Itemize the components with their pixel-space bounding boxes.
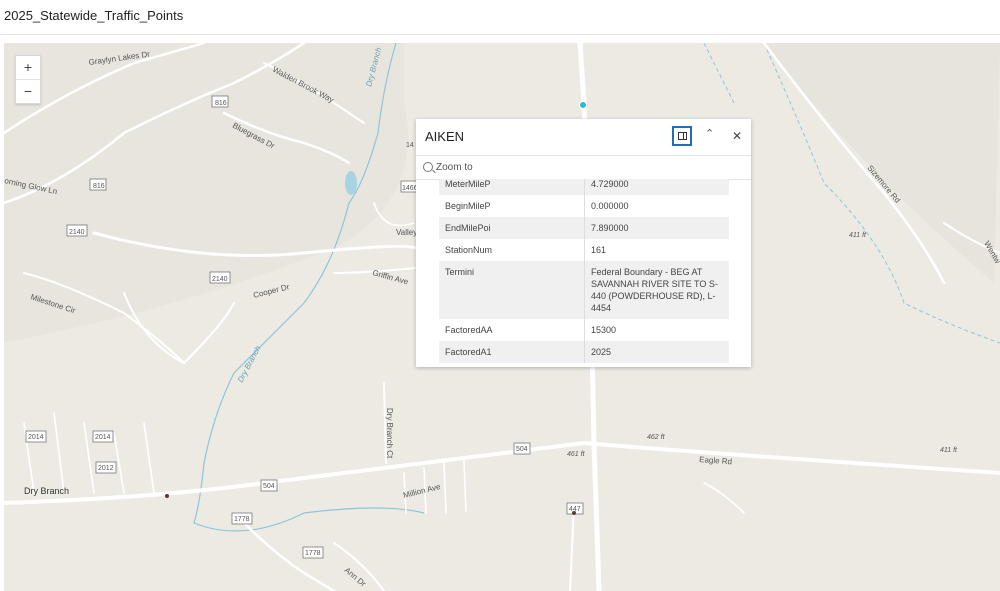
table-row: StationNum 161 xyxy=(439,239,729,261)
attribute-value: 0.000000 xyxy=(591,201,629,211)
feature-popup: AIKEN ⌃ ✕ Zoom to MeterMileP 4.729000 Beg… xyxy=(416,119,751,367)
attribute-value: 15300 xyxy=(591,325,617,335)
map-label: 14 xyxy=(406,142,414,149)
table-row: BeginMileP 0.000000 xyxy=(439,195,729,217)
table-row: EndMilePoi 7.890000 xyxy=(439,217,729,239)
map-label: 816 xyxy=(93,183,105,190)
map-label: Dry Branch xyxy=(24,486,69,496)
zoom-to-icon xyxy=(423,162,433,172)
traffic-point[interactable] xyxy=(165,494,169,498)
attribute-value: 161 xyxy=(591,245,607,255)
attribute-table: MeterMileP 4.729000 BeginMileP 0.000000 En… xyxy=(439,179,729,363)
attribute-key: StationNum xyxy=(439,239,585,261)
chevron-up-icon[interactable]: ⌃ xyxy=(705,127,714,140)
map-label: 462 ft xyxy=(647,434,666,441)
map-label: Cooper Dr xyxy=(252,282,290,300)
zoom-to-label: Zoom to xyxy=(436,162,473,173)
map-label: 411 ft xyxy=(940,447,958,454)
zoom-to-button[interactable]: Zoom to xyxy=(416,156,751,180)
map-label: 2140 xyxy=(69,229,85,236)
attribute-key: BeginMileP xyxy=(439,195,585,217)
map-label: Valley xyxy=(396,228,417,237)
table-row: MeterMileP 4.729000 xyxy=(439,179,729,195)
popup-header: AIKEN ⌃ ✕ xyxy=(416,119,751,156)
attribute-key: MeterMileP xyxy=(439,179,585,195)
attribute-key: FactoredA1 xyxy=(439,341,585,363)
map-label: 2140 xyxy=(212,276,228,283)
close-icon[interactable]: ✕ xyxy=(732,129,742,143)
page-title: 2025_Statewide_Traffic_Points xyxy=(4,8,184,23)
map-label: 2014 xyxy=(28,434,44,441)
zoom-out-button[interactable]: − xyxy=(16,79,40,103)
map-label: Dry Branch Ct xyxy=(385,408,394,459)
map-label: 504 xyxy=(263,483,275,490)
table-row: Termini Federal Boundary - BEG AT SAVANNA… xyxy=(439,261,729,319)
table-row: FactoredA1 2025 xyxy=(439,341,729,363)
map-label: Dry Branch xyxy=(236,344,263,384)
map-label: 816 xyxy=(215,100,227,107)
zoom-in-button[interactable]: + xyxy=(16,56,40,79)
map-label: Million Ave xyxy=(402,482,442,500)
traffic-point[interactable] xyxy=(579,101,587,109)
map-label: 2012 xyxy=(98,465,114,472)
attribute-table-scroll[interactable]: MeterMileP 4.729000 BeginMileP 0.000000 En… xyxy=(439,179,729,367)
map-label: 1778 xyxy=(305,550,321,557)
attribute-key: Termini xyxy=(439,261,585,319)
attribute-key: FactoredAA xyxy=(439,319,585,341)
map-label: 411 ft xyxy=(849,232,867,239)
map-label: Ann Dr xyxy=(343,566,368,589)
app-header: 2025_Statewide_Traffic_Points xyxy=(0,0,1000,35)
attribute-value: Federal Boundary - BEG AT SAVANNAH RIVER… xyxy=(584,261,729,319)
attribute-key: EndMilePoi xyxy=(439,217,585,239)
popup-title: AIKEN xyxy=(425,129,465,144)
map-label: 1778 xyxy=(234,516,250,523)
table-row: FactoredAA 15300 xyxy=(439,319,729,341)
dock-panel-icon[interactable] xyxy=(672,126,692,146)
zoom-control: + − xyxy=(15,55,41,104)
attribute-value: 4.729000 xyxy=(584,179,729,195)
map-label: Eagle Rd xyxy=(699,455,732,466)
map-label: 504 xyxy=(516,446,528,453)
attribute-value: 2025 xyxy=(584,341,729,363)
traffic-point[interactable] xyxy=(572,511,576,515)
map-label: 2014 xyxy=(95,434,111,441)
attribute-value: 7.890000 xyxy=(584,217,729,239)
map-label: 461 ft xyxy=(567,451,586,458)
